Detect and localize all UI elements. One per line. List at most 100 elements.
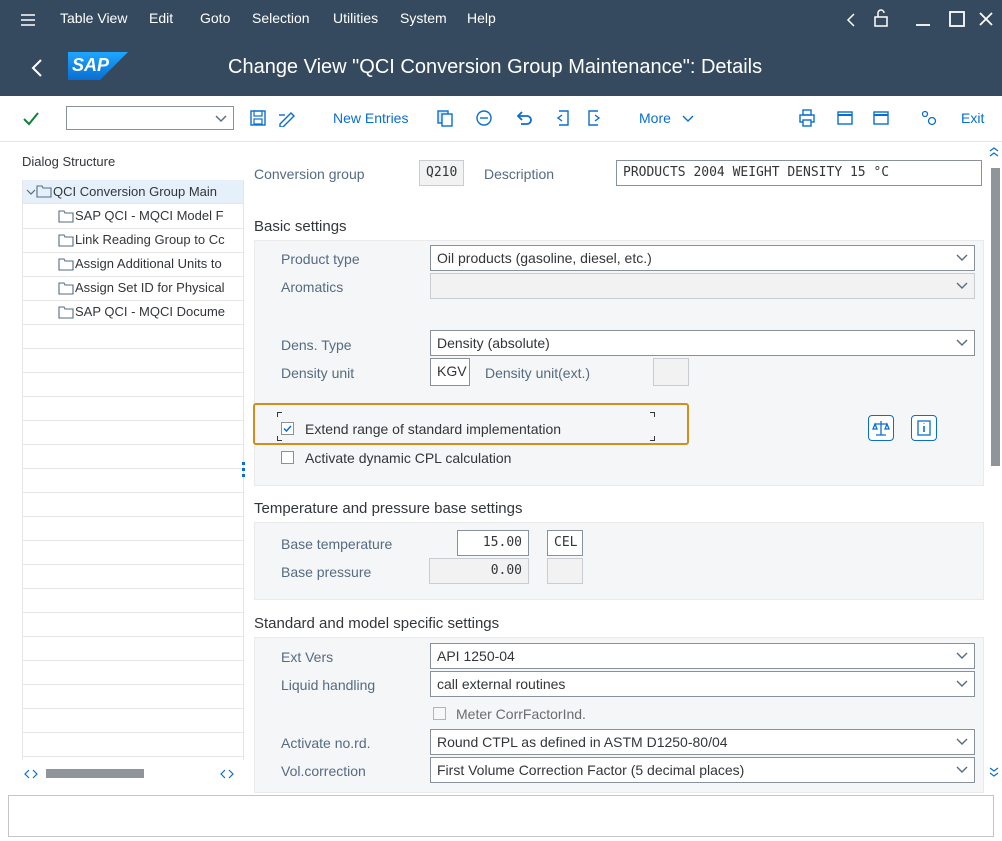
chevron-left-icon[interactable] <box>845 12 857 28</box>
scroll-right-icon[interactable] <box>220 768 234 780</box>
density-unit-ext-label: Density unit(ext.) <box>485 365 591 381</box>
menu-selection[interactable]: Selection <box>252 10 310 26</box>
activate-no-rd-select[interactable]: Round CTPL as defined in ASTM D1250-80/0… <box>430 729 975 755</box>
dialog-structure-panel: Dialog Structure QCI Conversion Group Ma… <box>0 142 248 792</box>
dynamic-cpl-checkbox[interactable] <box>281 451 294 464</box>
vol-correction-value: First Volume Correction Factor (5 decima… <box>437 762 745 778</box>
command-field[interactable] <box>66 106 234 130</box>
tree-empty-row <box>22 348 244 373</box>
tree-root-label: QCI Conversion Group Main <box>53 184 218 199</box>
window-split-icon[interactable] <box>872 109 890 127</box>
save-icon[interactable] <box>249 109 267 127</box>
window-new-icon[interactable] <box>836 109 854 127</box>
title-bar: SAP Change View "QCI Conversion Group Ma… <box>0 40 1002 96</box>
page-title: Change View "QCI Conversion Group Mainte… <box>228 56 763 78</box>
tree-border <box>22 180 23 760</box>
liquid-handling-value: call external routines <box>437 676 566 692</box>
delete-icon[interactable] <box>475 109 493 127</box>
base-pressure-label: Base pressure <box>281 564 372 580</box>
density-unit-ext-field[interactable] <box>653 358 689 386</box>
chevron-down-icon[interactable] <box>956 251 968 263</box>
undo-icon[interactable] <box>515 109 533 127</box>
base-temperature-unit[interactable]: CEL <box>547 530 583 556</box>
chevron-down-icon[interactable] <box>215 112 227 124</box>
chevron-down-icon[interactable] <box>956 735 968 747</box>
maximize-icon[interactable] <box>948 10 966 28</box>
copy-icon[interactable] <box>436 109 454 127</box>
chevron-down-icon[interactable] <box>956 336 968 348</box>
chevron-down-icon[interactable] <box>956 677 968 689</box>
tree-item-additional-units[interactable]: Assign Additional Units to <box>22 252 244 277</box>
density-unit-value: KGV <box>437 363 467 379</box>
density-unit-field[interactable]: KGV <box>430 358 470 386</box>
menu-utilities[interactable]: Utilities <box>333 10 378 26</box>
activate-no-rd-label: Activate no.rd. <box>281 735 371 751</box>
scroll-left-icon[interactable] <box>24 768 38 780</box>
liquid-handling-select[interactable]: call external routines <box>430 671 975 697</box>
splitter-handle[interactable] <box>242 462 245 480</box>
tree-empty-row <box>22 420 244 445</box>
ext-vers-select[interactable]: API 1250-04 <box>430 643 975 669</box>
tree-empty-row <box>22 372 244 397</box>
focus-corner <box>650 412 655 417</box>
menu-edit[interactable]: Edit <box>149 10 173 26</box>
checkmark-icon[interactable] <box>22 110 40 128</box>
print-icon[interactable] <box>798 109 816 127</box>
chevron-down-icon[interactable] <box>682 113 694 125</box>
tree-item-reading-group[interactable]: Link Reading Group to Cc <box>22 228 244 253</box>
scale-icon <box>872 421 890 436</box>
vertical-scrollbar-thumb[interactable] <box>991 168 1000 466</box>
menu-table-view[interactable]: Table View <box>60 10 127 26</box>
more-button[interactable]: More <box>639 108 671 128</box>
sap-logo-text: SAP <box>72 55 110 75</box>
chevron-down-icon[interactable] <box>956 279 968 291</box>
tree-empty-row <box>22 324 244 349</box>
menu-help[interactable]: Help <box>467 10 496 26</box>
status-bar <box>8 795 994 837</box>
tree-empty-row <box>22 660 244 685</box>
tree-item-document[interactable]: SAP QCI - MQCI Docume <box>22 300 244 325</box>
chevron-down-icon[interactable] <box>26 187 36 197</box>
dens-type-select[interactable]: Density (absolute) <box>430 330 975 356</box>
description-field[interactable]: PRODUCTS 2004 WEIGHT DENSITY 15 °C <box>616 160 982 186</box>
chevron-down-icon[interactable] <box>956 649 968 661</box>
vol-correction-select[interactable]: First Volume Correction Factor (5 decima… <box>430 757 975 783</box>
base-pressure-unit[interactable] <box>547 558 583 584</box>
folder-icon <box>58 258 74 271</box>
edit-glasses-icon[interactable] <box>277 109 297 127</box>
dynamic-cpl-label: Activate dynamic CPL calculation <box>305 450 512 466</box>
product-type-select[interactable]: Oil products (gasoline, diesel, etc.) <box>430 245 975 271</box>
new-entries-button[interactable]: New Entries <box>333 108 408 128</box>
hamburger-menu-icon[interactable] <box>20 12 36 28</box>
folder-icon <box>58 210 74 223</box>
menu-goto[interactable]: Goto <box>200 10 230 26</box>
tree-root-row[interactable]: QCI Conversion Group Main <box>22 180 244 204</box>
close-icon[interactable] <box>978 11 994 27</box>
formula-button[interactable] <box>868 415 894 441</box>
scroll-down-icon[interactable] <box>988 766 1000 778</box>
tree-item-set-id[interactable]: Assign Set ID for Physical <box>22 276 244 301</box>
settings-icon[interactable] <box>920 109 938 127</box>
unlock-icon[interactable] <box>871 8 891 28</box>
temp-section-title: Temperature and pressure base settings <box>254 500 523 517</box>
ext-vers-label: Ext Vers <box>281 649 334 665</box>
menu-system[interactable]: System <box>400 10 447 26</box>
extend-range-checkbox[interactable] <box>281 422 294 435</box>
tree-item-model[interactable]: SAP QCI - MQCI Model F <box>22 204 244 229</box>
info-button[interactable] <box>911 415 937 441</box>
scroll-up-icon[interactable] <box>988 146 1000 158</box>
previous-entry-icon[interactable] <box>553 109 571 127</box>
exit-button[interactable]: Exit <box>961 108 984 128</box>
aromatics-select[interactable] <box>430 273 975 299</box>
meter-corrfactor-checkbox[interactable] <box>433 707 446 720</box>
base-temperature-value: 15.00 <box>482 535 522 550</box>
next-entry-icon[interactable] <box>586 109 604 127</box>
back-icon[interactable] <box>30 58 44 78</box>
base-temperature-field[interactable]: 15.00 <box>457 530 529 556</box>
minimize-icon[interactable] <box>914 10 932 28</box>
horizontal-scrollbar-thumb[interactable] <box>46 769 144 778</box>
chevron-down-icon[interactable] <box>956 763 968 775</box>
tree-empty-row <box>22 396 244 421</box>
base-pressure-field[interactable]: 0.00 <box>429 558 529 584</box>
conversion-group-field[interactable]: Q210 <box>419 160 464 186</box>
